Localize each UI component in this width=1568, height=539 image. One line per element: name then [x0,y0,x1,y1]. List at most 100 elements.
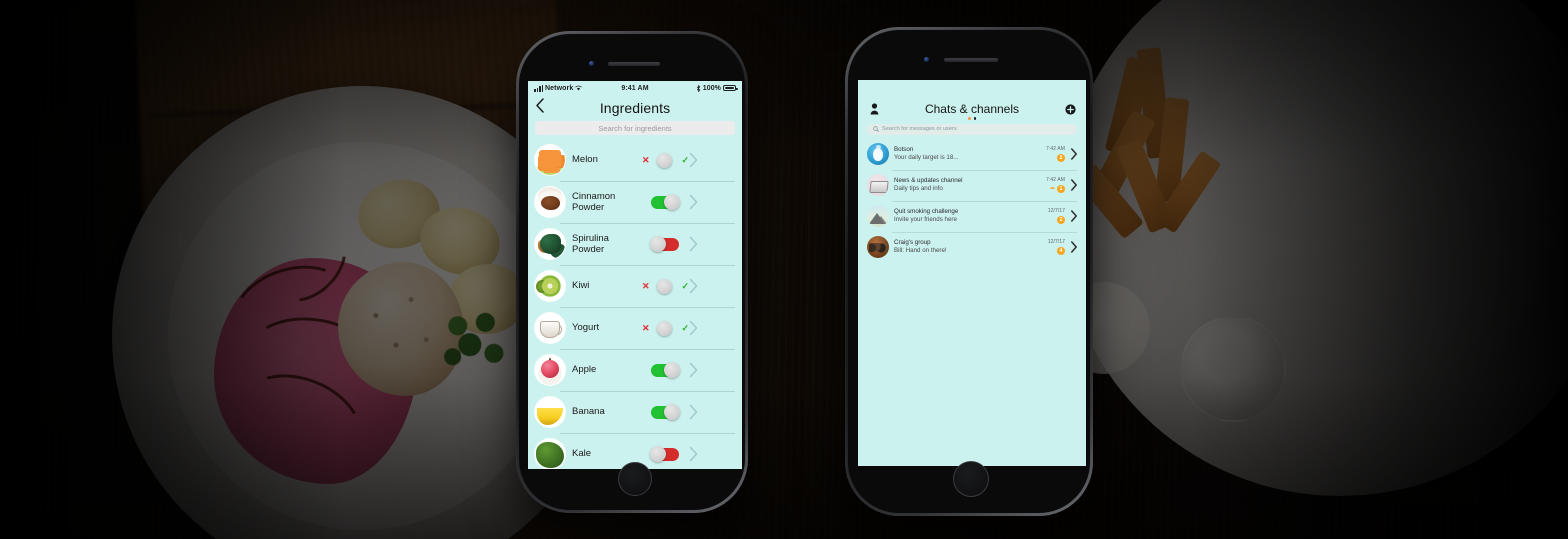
chevron-right-icon[interactable] [688,278,700,294]
cross-icon: ✕ [642,154,650,165]
home-button[interactable] [953,461,989,497]
chevron-right-icon[interactable] [688,404,700,420]
chevron-right-icon[interactable] [688,152,700,168]
ingredient-row[interactable]: Melon ✕ ✓ [528,139,742,181]
toggle-area[interactable] [642,446,688,462]
earpiece-speaker [608,62,660,66]
ingredient-toggle[interactable] [651,194,680,210]
ingredient-row[interactable]: Spirulina Powder [528,223,742,265]
iphone-device-chats: Chats & channels Search for messages or … [845,27,1093,516]
signal-bars-icon [534,84,543,92]
ingredient-row[interactable]: Kiwi ✕ ✓ [528,265,742,307]
screenshot-stage: Network 9:41 AM 100% Ingredients Search … [0,0,1568,539]
status-time: 9:41 AM [621,84,649,92]
ingredient-toggle[interactable] [650,446,679,462]
ingredient-avatar [535,397,565,427]
battery-icon [723,85,738,91]
chat-avatar [867,143,889,165]
toggle-area[interactable]: ✕ ✓ [642,152,689,168]
toggle-area[interactable] [642,404,688,420]
unread-badge: 1 [1057,184,1065,193]
page-title: Chats & channels [924,102,1020,116]
chat-timestamp: 7:42 AM [1045,146,1065,153]
ingredient-row[interactable]: Banana [528,391,742,433]
chevron-right-icon[interactable] [1070,148,1078,160]
ingredient-toggle[interactable] [654,278,676,294]
front-camera-icon [924,57,929,62]
chevron-right-icon[interactable] [1070,210,1078,222]
carrier-label: Network [545,84,574,92]
unread-badge: 2 [1057,215,1065,224]
ingredient-name: Yogurt [572,322,600,334]
chevron-right-icon[interactable] [1070,179,1078,191]
status-bar: Network 9:41 AM 100% [528,81,742,95]
screen-chats: Chats & channels Search for messages or … [858,80,1086,466]
chevron-right-icon[interactable] [688,446,700,462]
ingredient-name: Kale [572,448,592,460]
battery-percent: 100% [702,84,722,92]
ingredient-name: Cinnamon Powder [572,190,616,213]
chat-row[interactable]: Botson Your daily target is 18... 7:42 AM 2 [858,139,1086,170]
check-icon: ✓ [681,154,689,165]
person-icon[interactable] [868,102,880,116]
check-icon: ✓ [681,280,689,291]
page-dot[interactable] [973,117,976,120]
chat-row[interactable]: News & updates channel Daily tips and inf… [858,169,1086,201]
chat-list[interactable]: Botson Your daily target is 18... 7:42 AM 2… [858,139,1086,263]
toggle-area[interactable]: ✕ ✓ [642,278,689,294]
toggle-area[interactable] [642,194,688,210]
chevron-left-icon[interactable] [535,98,545,113]
ingredient-toggle[interactable] [650,236,679,252]
pin-icon: ➥ [1049,185,1055,192]
ingredient-row[interactable]: Yogurt ✕ ✓ [528,307,742,349]
chevron-right-icon[interactable] [688,194,700,210]
chat-preview: Daily tips and info [894,185,943,192]
chat-row[interactable]: Quit smoking challenge Invite your friend… [858,200,1086,232]
ingredient-toggle[interactable] [651,404,680,420]
front-camera-icon [589,61,594,66]
ingredient-toggle[interactable] [651,362,680,378]
chat-row[interactable]: Craig's group Bill: Hand on there! 12/7/17… [858,231,1086,263]
chat-name: Craig's group [894,238,931,246]
chevron-right-icon[interactable] [1070,241,1078,253]
chat-search-input[interactable]: Search for messages or users [867,123,1077,135]
earpiece-speaker [944,58,998,62]
chevron-right-icon[interactable] [688,236,700,252]
ingredient-row[interactable]: Apple [528,349,742,391]
chat-search-placeholder: Search for messages or users [882,126,957,132]
page-title: Ingredients [599,99,671,116]
ingredient-list[interactable]: Melon ✕ ✓ Cinnamon Powder Spirulina Powder Ki… [528,139,742,469]
chat-name: Quit smoking challenge [894,207,959,215]
ingredient-name: Apple [572,364,597,376]
ingredient-name: Banana [572,406,605,418]
cross-icon: ✕ [642,280,650,291]
toggle-area[interactable]: ✕ ✓ [642,320,689,336]
chevron-right-icon[interactable] [688,320,700,336]
bluetooth-icon [696,84,700,92]
wifi-icon [575,85,583,91]
add-circle-icon[interactable] [1064,102,1076,116]
ingredient-toggle[interactable] [654,320,676,336]
chevron-right-icon[interactable] [688,362,700,378]
ingredient-toggle[interactable] [654,152,676,168]
page-indicator-dots[interactable] [858,117,1086,120]
chat-name: News & updates channel [894,176,963,184]
home-button[interactable] [618,462,652,496]
ingredient-avatar [535,313,565,343]
page-dot[interactable] [968,117,971,120]
search-input[interactable]: Search for ingredients [535,121,735,135]
iphone-device-ingredients: Network 9:41 AM 100% Ingredients Search … [516,31,748,513]
ingredient-avatar [535,229,565,259]
chat-avatar [867,205,889,227]
ingredient-avatar [535,355,565,385]
toggle-area[interactable] [642,236,688,252]
ingredient-avatar [535,271,565,301]
ingredient-avatar [535,145,565,175]
check-icon: ✓ [681,322,689,333]
chat-name: Botson [894,145,914,153]
ingredient-row[interactable]: Cinnamon Powder [528,181,742,223]
navigation-bar: Ingredients [528,95,742,120]
ingredient-avatar [535,439,565,469]
ingredient-name: Spirulina Powder [572,232,609,255]
toggle-area[interactable] [642,362,688,378]
